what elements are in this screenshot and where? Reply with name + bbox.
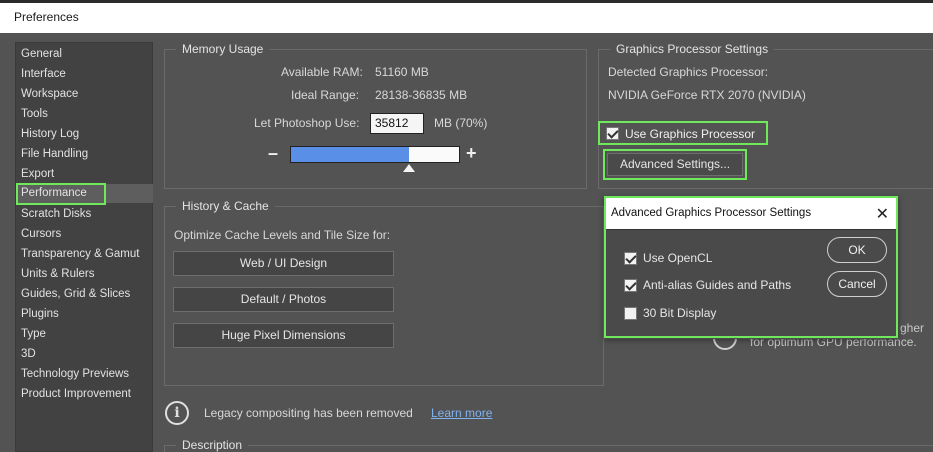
learn-more-link[interactable]: Learn more [431, 406, 492, 420]
optimize-cache-label: Optimize Cache Levels and Tile Size for: [174, 228, 391, 242]
advanced-settings-button[interactable]: Advanced Settings... [607, 153, 743, 176]
sidebar-item-guides-grid-slices[interactable]: Guides, Grid & Slices [16, 285, 153, 304]
memory-input[interactable]: 35812 [370, 113, 424, 134]
sidebar-item-plugins[interactable]: Plugins [16, 305, 153, 324]
gpu-tip-fragment: gher [900, 321, 925, 335]
decrease-button[interactable]: – [268, 143, 278, 164]
sidebar-item-technology-previews[interactable]: Technology Previews [16, 365, 153, 384]
memory-unit: MB (70%) [434, 116, 488, 130]
sidebar-item-workspace[interactable]: Workspace [16, 85, 153, 104]
sidebar-item-3d[interactable]: 3D [16, 345, 153, 364]
sidebar-item-history-log[interactable]: History Log [16, 125, 153, 144]
sidebar-item-general[interactable]: General [16, 45, 153, 64]
title-bar: Preferences [0, 0, 933, 33]
sidebar-item-scratch-disks[interactable]: Scratch Disks [16, 205, 153, 224]
sidebar-item-transparency-gamut[interactable]: Transparency & Gamut [16, 245, 153, 264]
available-ram-label: Available RAM: [281, 65, 363, 79]
gpu-panel-title: Graphics Processor Settings [610, 42, 775, 56]
sidebar-item-product-improvement[interactable]: Product Improvement [16, 385, 153, 404]
use-gpu-label: Use Graphics Processor [625, 127, 756, 141]
sidebar-item-type[interactable]: Type [16, 325, 153, 344]
legacy-compositing-text: Legacy compositing has been removed [204, 406, 413, 420]
huge-pixel-dimensions-button[interactable]: Huge Pixel Dimensions [173, 323, 394, 348]
memory-slider-thumb[interactable] [403, 164, 415, 172]
sidebar-item-performance[interactable]: Performance [16, 183, 153, 205]
ideal-range-label: Ideal Range: [291, 88, 360, 102]
available-ram-value: 51160 MB [375, 65, 429, 79]
increase-button[interactable]: + [466, 143, 477, 164]
web-ui-design-button[interactable]: Web / UI Design [173, 251, 394, 276]
memory-slider[interactable] [290, 146, 460, 163]
ideal-range-value: 28138-36835 MB [375, 88, 468, 102]
memory-usage-title: Memory Usage [176, 42, 270, 56]
history-cache-title: History & Cache [176, 199, 275, 213]
default-photos-button[interactable]: Default / Photos [173, 287, 394, 312]
sidebar: General Interface Workspace Tools Histor… [15, 42, 153, 452]
sidebar-item-tools[interactable]: Tools [16, 105, 153, 124]
sidebar-item-interface[interactable]: Interface [16, 65, 153, 84]
window-title: Preferences [14, 10, 79, 24]
info-icon: i [165, 401, 189, 425]
use-gpu-checkbox[interactable] [606, 127, 619, 140]
dialog-highlight [604, 196, 898, 338]
sidebar-item-export[interactable]: Export [16, 165, 153, 184]
sidebar-item-units-rulers[interactable]: Units & Rulers [16, 265, 153, 284]
description-panel [164, 445, 933, 452]
sidebar-item-cursors[interactable]: Cursors [16, 225, 153, 244]
detected-gpu-value: NVIDIA GeForce RTX 2070 (NVIDIA) [608, 88, 806, 102]
sidebar-item-file-handling[interactable]: File Handling [16, 145, 153, 164]
detected-gpu-label: Detected Graphics Processor: [608, 65, 769, 79]
memory-slider-fill [291, 147, 409, 162]
highlight-box [16, 183, 106, 205]
let-photoshop-use-label: Let Photoshop Use: [254, 116, 360, 130]
description-title: Description [176, 438, 249, 452]
